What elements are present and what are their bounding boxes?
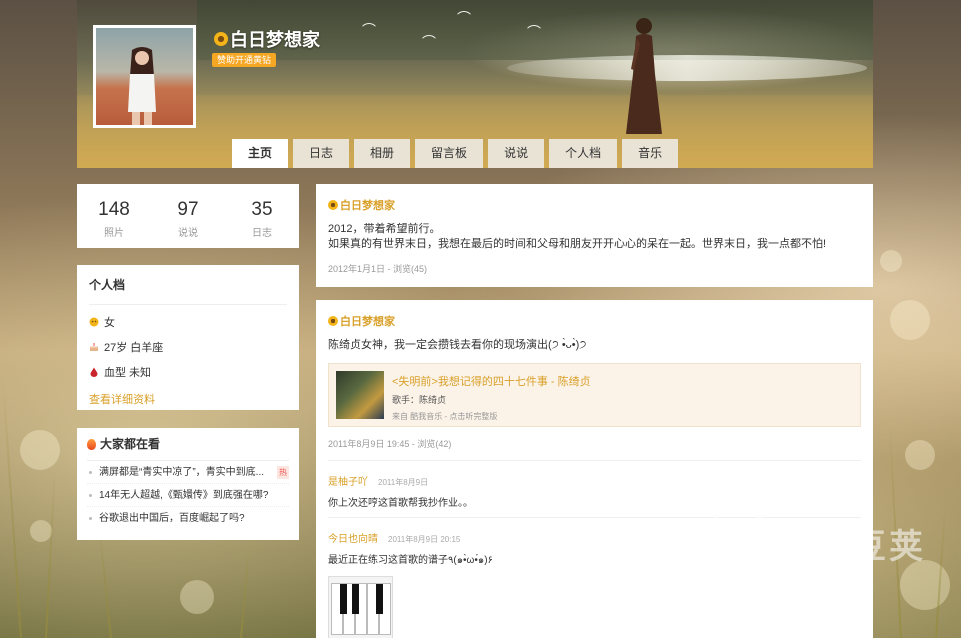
sunflower-icon [214,32,228,46]
profile-gender: 女 [89,314,287,330]
bird-icon: ⌒ [362,22,376,38]
trending-item[interactable]: 满屏都是“青实中凉了”，青实中到底... 热 [87,461,289,484]
stat-label: 日志 [252,228,272,239]
tab-music[interactable]: 音乐 [622,139,679,168]
stat-label: 照片 [104,228,124,239]
view-details-link[interactable]: 查看详细资料 [89,391,287,407]
stat-value: 97 [177,199,199,220]
banner-woman-figure [626,18,662,134]
trending-item-text: 14年无人超越,《甄嬛传》到底强在哪? [99,490,269,501]
post-content: 2012，带着希望前行。 如果真的有世界末日，我想在最后的时间和父母和朋友开开心… [328,222,861,252]
gender-text: 女 [104,317,115,329]
stat-moments[interactable]: 97 说说 [151,184,225,248]
post-meta: 2011年8月9日 19:45 - 浏览(42) [328,437,861,450]
post-date: 2012年1月1日 - [328,264,394,274]
trending-item-text: 谷歌退出中国后，百度崛起了吗? [99,513,245,524]
post-line: 如果真的有世界末日，我想在最后的时间和父母和朋友开开心心的呆在一起。世界末日，我… [328,238,827,250]
tab-album[interactable]: 相册 [354,139,411,168]
stat-photos[interactable]: 148 照片 [77,184,151,248]
vip-badge[interactable]: 赞助开通黄钻 [212,53,277,67]
music-title[interactable]: <失明前>我想记得的四十七件事 - 陈绮贞 [392,373,591,389]
gender-icon [89,317,99,327]
stat-value: 148 [98,199,130,220]
comment-image-piano[interactable] [328,576,393,638]
trending-item[interactable]: 谷歌退出中国后，百度崛起了吗? [87,507,289,530]
age-text: 27岁 白羊座 [104,342,164,354]
tab-moments[interactable]: 说说 [488,139,545,168]
music-share-card[interactable]: <失明前>我想记得的四十七件事 - 陈绮贞 歌手：陈绮贞 来自 酷我音乐 - 点… [328,363,861,427]
music-source[interactable]: 来自 酷我音乐 - 点击听完整版 [392,411,591,422]
profile-card-title: 个人档 [89,265,287,305]
hot-badge: 热 [277,466,289,479]
blood-drop-icon [90,367,98,377]
post-author[interactable]: 白日梦想家 [328,197,861,213]
stat-value: 35 [251,199,273,220]
comment-author[interactable]: 今日也向晴 [328,530,378,545]
fire-icon [87,438,96,450]
profile-card: 个人档 女 27岁 白羊座 血型 未知 查看详细资料 [77,265,299,410]
profile-blood: 血型 未知 [89,364,287,380]
post-views[interactable]: 浏览(42) [417,439,451,449]
trending-card: 大家都在看 满屏都是“青实中凉了”，青实中到底... 热 14年无人超越,《甄嬛… [77,428,299,540]
feed-post: 白日梦想家 2012，带着希望前行。 如果真的有世界末日，我想在最后的时间和父母… [316,184,873,287]
sunflower-icon [328,316,338,326]
profile-tabs: 主页 日志 相册 留言板 说说 个人档 音乐 [232,139,679,168]
piano-key [340,584,347,614]
piano-key [376,584,383,614]
bird-icon: ⌒ [422,34,436,50]
comment-head: 是柚子吖 2011年8月9日 [328,473,861,488]
bird-icon: ⌒ [527,24,541,40]
post-content: 陈绮贞女神，我一定会攒钱去看你的现场演出(੭ •̀ᴗ•̀)੭ [328,339,587,351]
owner-name-text: 白日梦想家 [230,30,320,50]
sunflower-icon [328,200,338,210]
watermark: 豌豆荚 [706,488,926,598]
avatar-portrait [128,47,156,125]
post-author-name: 白日梦想家 [340,316,395,328]
comment-author[interactable]: 是柚子吖 [328,473,368,488]
comment-time: 2011年8月9日 20:15 [388,535,461,544]
music-artist: 歌手：陈绮贞 [392,395,447,405]
piano-key [352,584,359,614]
tab-blog[interactable]: 日志 [293,139,350,168]
tab-home[interactable]: 主页 [232,139,289,168]
cake-icon [90,343,98,351]
post-author-name: 白日梦想家 [340,200,395,212]
post-line: 2012，带着希望前行。 [328,223,441,235]
owner-name[interactable]: 白日梦想家 [214,26,320,52]
comment-time: 2011年8月9日 [378,478,429,487]
tab-profile[interactable]: 个人档 [549,139,618,168]
music-info: <失明前>我想记得的四十七件事 - 陈绮贞 歌手：陈绮贞 来自 酷我音乐 - 点… [392,371,591,422]
trending-item-text: 满屏都是“青实中凉了”，青实中到底... [99,467,264,478]
post-date: 2011年8月9日 19:45 - [328,439,418,449]
post-meta: 2012年1月1日 - 浏览(45) [328,262,861,275]
stats-card: 148 照片 97 说说 35 日志 [77,184,299,248]
watermark-text: 豌豆荚 [815,527,926,566]
tab-guestbook[interactable]: 留言板 [415,139,484,168]
bird-icon: ⌒ [457,10,471,26]
stat-label: 说说 [178,228,198,239]
album-cover [336,371,384,419]
avatar[interactable] [93,25,196,128]
trending-item[interactable]: 14年无人超越,《甄嬛传》到底强在哪? [87,484,289,507]
watermark-logo [713,495,794,591]
trending-title-text: 大家都在看 [100,436,161,451]
profile-age: 27岁 白羊座 [89,339,287,355]
blood-text: 血型 未知 [104,367,152,379]
stat-blogs[interactable]: 35 日志 [225,184,299,248]
banner-lake [507,55,867,81]
post-views[interactable]: 浏览(45) [393,264,427,274]
trending-title: 大家都在看 [87,428,289,461]
post-author[interactable]: 白日梦想家 [328,313,861,329]
